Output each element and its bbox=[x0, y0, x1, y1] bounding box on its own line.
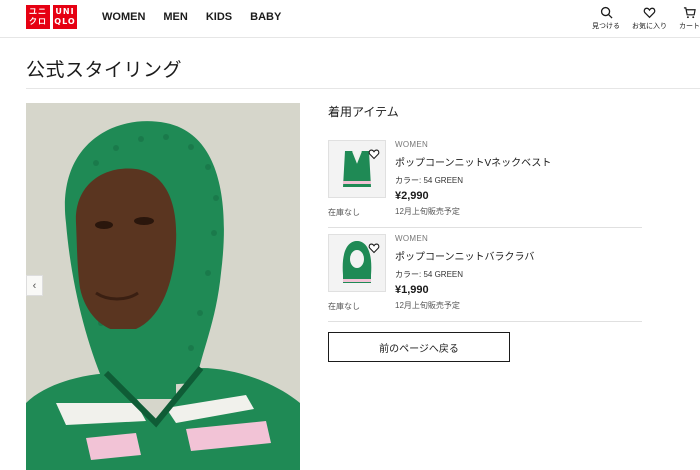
product-card: 在庫なし WOMEN ポップコーンニットVネックベスト カラー: 54 GREE… bbox=[328, 140, 642, 228]
worn-items-heading: 着用アイテム bbox=[328, 105, 399, 119]
logo-latin: UNI QLO bbox=[53, 5, 77, 29]
uniqlo-logo[interactable]: ユニ クロ UNI QLO bbox=[26, 5, 77, 29]
nav-baby[interactable]: BABY bbox=[250, 11, 281, 23]
chevron-left-icon[interactable]: ‹ bbox=[26, 275, 43, 296]
cart-label: カート bbox=[679, 23, 700, 30]
styling-photo bbox=[26, 103, 300, 470]
favorites-action[interactable]: お気に入り bbox=[632, 6, 667, 31]
logo-katakana: ユニ クロ bbox=[26, 5, 50, 29]
product-name[interactable]: ポップコーンニットVネックベスト bbox=[395, 154, 551, 169]
search-action[interactable]: 見つける bbox=[592, 6, 620, 31]
cart-icon bbox=[683, 7, 696, 19]
header-actions: 見つける お気に入り カート bbox=[592, 6, 700, 31]
favorite-heart-icon[interactable] bbox=[368, 148, 380, 160]
logo-text-line: QLO bbox=[54, 17, 76, 26]
page-title: 公式スタイリング bbox=[26, 60, 183, 81]
nav-women[interactable]: WOMEN bbox=[102, 11, 145, 23]
product-info: WOMEN ポップコーンニットバラクラバ カラー: 54 GREEN ¥1,99… bbox=[395, 234, 534, 311]
nav-kids[interactable]: KIDS bbox=[206, 11, 232, 23]
main-nav: WOMEN MEN KIDS BABY bbox=[102, 11, 281, 23]
product-gender: WOMEN bbox=[395, 140, 429, 149]
model-illustration bbox=[26, 103, 300, 470]
divider bbox=[26, 88, 700, 89]
product-card: 在庫なし WOMEN ポップコーンニットバラクラバ カラー: 54 GREEN … bbox=[328, 234, 642, 322]
search-label: 見つける bbox=[592, 23, 620, 30]
logo-text-line: クロ bbox=[29, 17, 47, 26]
product-name[interactable]: ポップコーンニットバラクラバ bbox=[395, 248, 534, 263]
stock-status: 在庫なし bbox=[328, 302, 360, 311]
favorite-heart-icon[interactable] bbox=[368, 242, 380, 254]
search-icon bbox=[600, 6, 613, 19]
release-note: 12月上旬販売予定 bbox=[395, 207, 460, 216]
back-to-previous-page-button[interactable]: 前のページへ戻る bbox=[328, 332, 510, 362]
product-gender: WOMEN bbox=[395, 234, 429, 243]
product-price: ¥2,990 bbox=[395, 190, 429, 202]
logo-text-line: UNI bbox=[55, 7, 75, 16]
nav-men[interactable]: MEN bbox=[163, 11, 187, 23]
stock-status: 在庫なし bbox=[328, 208, 360, 217]
cart-action[interactable]: カート bbox=[679, 6, 700, 31]
release-note: 12月上旬販売予定 bbox=[395, 301, 460, 310]
site-header: ユニ クロ UNI QLO WOMEN MEN KIDS BABY 見つける お… bbox=[0, 0, 700, 38]
product-color: カラー: 54 GREEN bbox=[395, 270, 464, 279]
product-info: WOMEN ポップコーンニットVネックベスト カラー: 54 GREEN ¥2,… bbox=[395, 140, 551, 217]
favorites-label: お気に入り bbox=[632, 23, 667, 30]
logo-text-line: ユニ bbox=[29, 7, 47, 16]
product-price: ¥1,990 bbox=[395, 284, 429, 296]
product-color: カラー: 54 GREEN bbox=[395, 176, 464, 185]
heart-icon bbox=[643, 7, 656, 19]
